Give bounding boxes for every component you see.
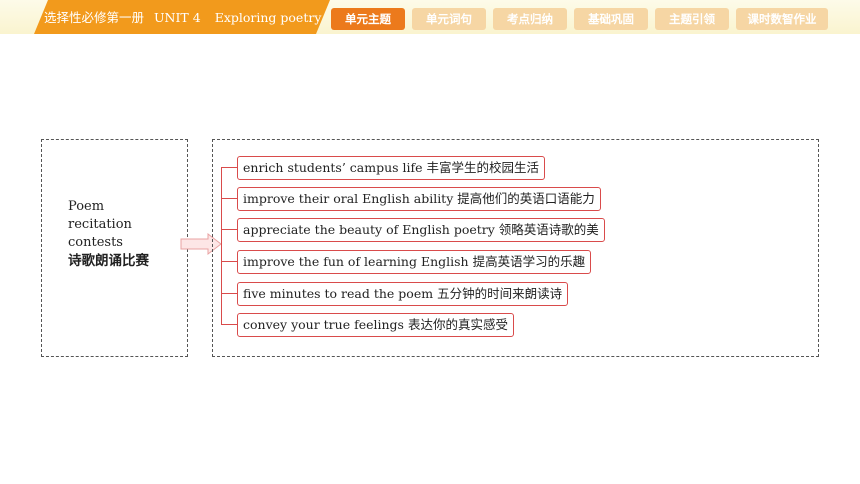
topic-line-1: Poem — [68, 199, 105, 214]
tab-unit-words[interactable]: 单元词句 — [412, 8, 486, 30]
tab-theme-guide[interactable]: 主题引领 — [655, 8, 729, 30]
item-english: enrich students’ campus life — [243, 160, 427, 175]
item-english: five minutes to read the poem — [243, 286, 438, 301]
list-item: enrich students’ campus life 丰富学生的校园生活 — [237, 156, 546, 180]
item-chinese: 五分钟的时间来朗读诗 — [437, 286, 563, 301]
item-chinese: 丰富学生的校园生活 — [426, 160, 540, 175]
connector — [221, 198, 237, 199]
item-english: appreciate the beauty of English poetry — [243, 222, 499, 237]
item-english: improve their oral English ability — [243, 191, 458, 206]
topic-text: Poem recitation contests 诗歌朗诵比赛 — [68, 198, 149, 270]
connector — [221, 167, 237, 168]
topic-line-3: contests — [68, 235, 123, 250]
tab-consolidation[interactable]: 基础巩固 — [574, 8, 648, 30]
list-item: convey your true feelings 表达你的真实感受 — [237, 313, 514, 337]
unit-topic: Exploring poetry — [214, 10, 322, 25]
list-item: five minutes to read the poem 五分钟的时间来朗读诗 — [237, 282, 569, 306]
connector — [221, 229, 237, 230]
list-item: improve the fun of learning English 提高英语… — [237, 250, 592, 274]
list-item: improve their oral English ability 提高他们的… — [237, 187, 601, 211]
topic-chinese: 诗歌朗诵比赛 — [68, 253, 149, 269]
item-chinese: 提高英语学习的乐趣 — [472, 254, 586, 269]
tab-homework[interactable]: 课时数智作业 — [736, 8, 828, 30]
connector — [221, 293, 237, 294]
list-item: appreciate the beauty of English poetry … — [237, 218, 605, 242]
unit-label: UNIT 4 — [154, 10, 201, 25]
item-chinese: 领略英语诗歌的美 — [498, 222, 599, 237]
connector — [221, 324, 237, 325]
item-english: improve the fun of learning English — [243, 254, 473, 269]
book-title: 选择性必修第一册 UNIT 4 Exploring poetry — [44, 8, 321, 28]
bracket-line — [221, 167, 222, 325]
tab-key-points[interactable]: 考点归纳 — [493, 8, 567, 30]
item-chinese: 提高他们的英语口语能力 — [457, 191, 595, 206]
connector — [221, 261, 237, 262]
item-chinese: 表达你的真实感受 — [407, 317, 508, 332]
topic-line-2: recitation — [68, 217, 132, 232]
book-name: 选择性必修第一册 — [44, 10, 145, 25]
tab-unit-theme[interactable]: 单元主题 — [331, 8, 405, 30]
item-english: convey your true feelings — [243, 317, 408, 332]
